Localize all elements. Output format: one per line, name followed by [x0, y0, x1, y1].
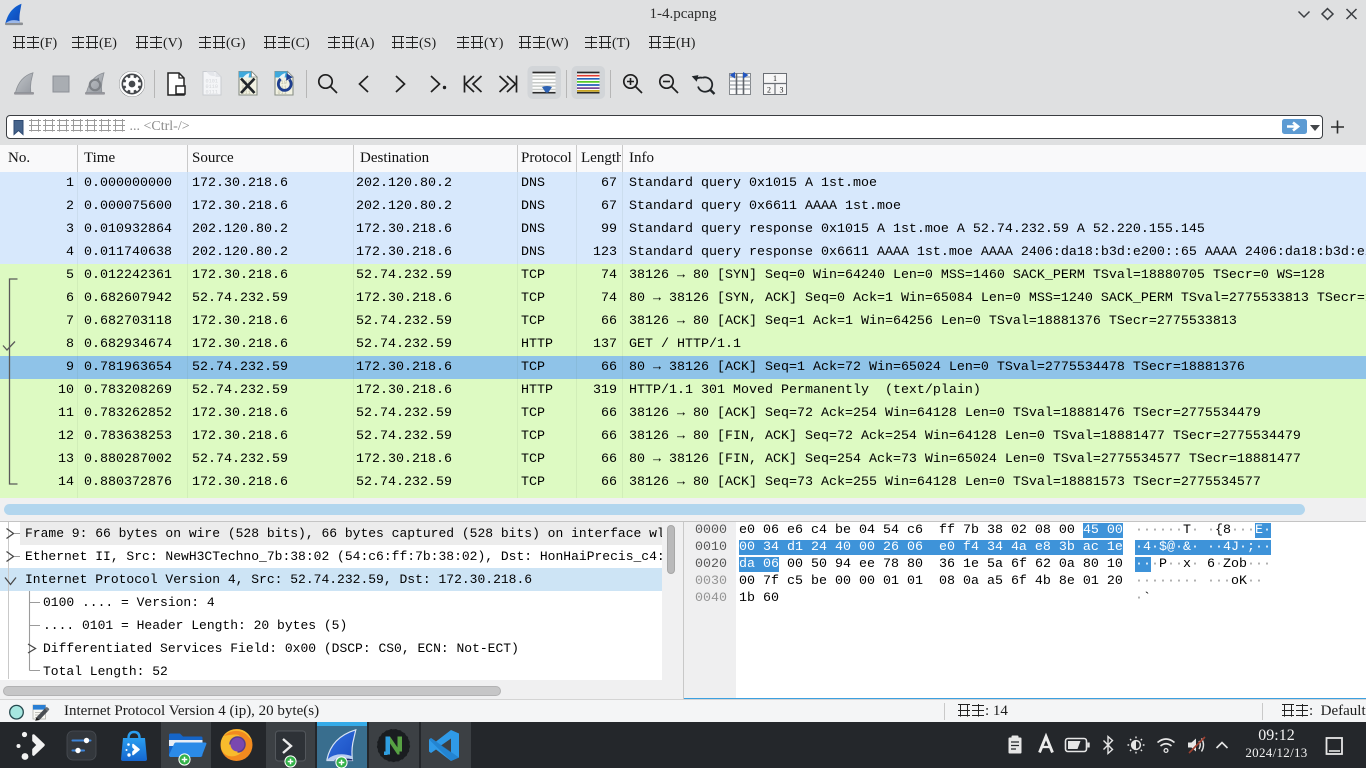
svg-text:2: 2	[767, 85, 771, 94]
svg-text:1: 1	[773, 74, 777, 83]
svg-text:3: 3	[780, 85, 784, 94]
svg-text:0111: 0111	[206, 90, 218, 96]
